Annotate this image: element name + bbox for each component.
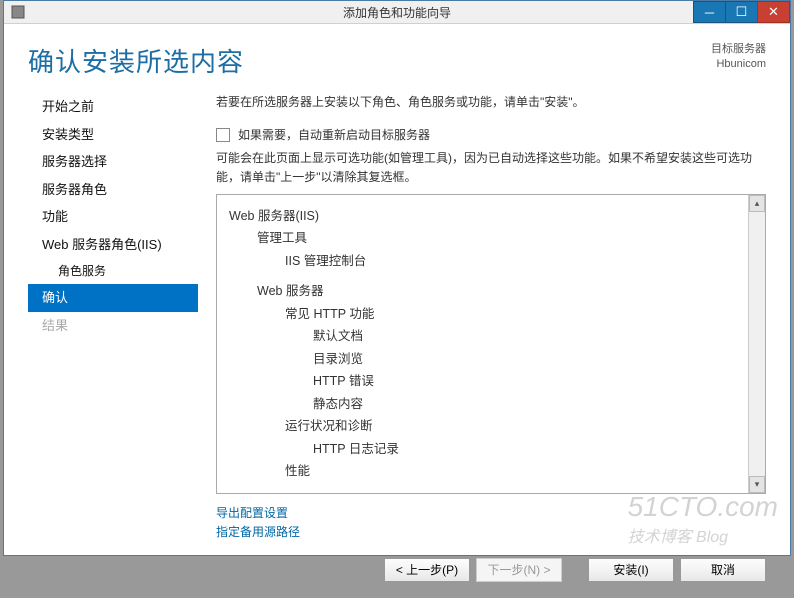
scroll-track[interactable] <box>749 212 765 476</box>
tree-item: IIS 管理控制台 <box>229 250 753 273</box>
server-label: 目标服务器 <box>711 42 766 57</box>
main-panel: 若要在所选服务器上安装以下角色、角色服务或功能，请单击"安装"。 如果需要，自动… <box>216 93 766 550</box>
nav-server-select[interactable]: 服务器选择 <box>28 148 198 176</box>
minimize-button[interactable]: ─ <box>693 1 726 23</box>
server-name: Hbunicom <box>711 57 766 72</box>
nav-confirm[interactable]: 确认 <box>28 284 198 312</box>
tree-item: 常见 HTTP 功能 <box>229 303 753 326</box>
nav-role-services[interactable]: 角色服务 <box>28 258 198 284</box>
app-icon <box>10 4 26 20</box>
tree-item: 性能 <box>229 460 753 483</box>
tree-item: 运行状况和诊断 <box>229 415 753 438</box>
maximize-button[interactable]: ☐ <box>725 1 758 23</box>
nav-features[interactable]: 功能 <box>28 203 198 231</box>
wizard-window: 添加角色和功能向导 ─ ☐ ✕ 确认安装所选内容 目标服务器 Hbunicom … <box>3 0 791 556</box>
tree-item: 静态内容 <box>229 393 753 416</box>
export-config-link[interactable]: 导出配置设置 <box>216 504 766 523</box>
install-button[interactable]: 安装(I) <box>588 558 674 582</box>
optional-note: 可能会在此页面上显示可选功能(如管理工具)，因为已自动选择这些功能。如果不希望安… <box>216 149 766 187</box>
content-area: 开始之前 安装类型 服务器选择 服务器角色 功能 Web 服务器角色(IIS) … <box>28 93 766 550</box>
restart-checkbox[interactable] <box>216 128 230 142</box>
previous-button[interactable]: < 上一步(P) <box>384 558 470 582</box>
link-area: 导出配置设置 指定备用源路径 <box>216 504 766 542</box>
tree-item: 默认文档 <box>229 325 753 348</box>
nav-results: 结果 <box>28 312 198 340</box>
tree-item: HTTP 错误 <box>229 370 753 393</box>
scroll-up-icon[interactable]: ▴ <box>749 195 765 212</box>
wizard-header: 确认安装所选内容 目标服务器 Hbunicom <box>28 42 766 93</box>
window-controls: ─ ☐ ✕ <box>694 1 790 23</box>
tree-item: 管理工具 <box>229 227 753 250</box>
window-title: 添加角色和功能向导 <box>343 4 451 21</box>
server-info: 目标服务器 Hbunicom <box>711 42 766 73</box>
tree-item: HTTP 日志记录 <box>229 438 753 461</box>
tree-item: 目录浏览 <box>229 348 753 371</box>
nav-server-roles[interactable]: 服务器角色 <box>28 176 198 204</box>
wizard-body: 确认安装所选内容 目标服务器 Hbunicom 开始之前 安装类型 服务器选择 … <box>4 24 790 598</box>
close-button[interactable]: ✕ <box>757 1 790 23</box>
nav-iis-role[interactable]: Web 服务器角色(IIS) <box>28 231 198 259</box>
nav-sidebar: 开始之前 安装类型 服务器选择 服务器角色 功能 Web 服务器角色(IIS) … <box>28 93 198 550</box>
scrollbar[interactable]: ▴ ▾ <box>748 195 765 493</box>
nav-before-begin[interactable]: 开始之前 <box>28 93 198 121</box>
tree-item: Web 服务器 <box>229 280 753 303</box>
titlebar: 添加角色和功能向导 ─ ☐ ✕ <box>4 1 790 24</box>
page-title: 确认安装所选内容 <box>28 42 244 79</box>
selection-tree: Web 服务器(IIS) 管理工具 IIS 管理控制台 Web 服务器 常见 H… <box>217 195 765 493</box>
intro-text: 若要在所选服务器上安装以下角色、角色服务或功能，请单击"安装"。 <box>216 93 766 112</box>
selection-list: Web 服务器(IIS) 管理工具 IIS 管理控制台 Web 服务器 常见 H… <box>216 194 766 494</box>
scroll-down-icon[interactable]: ▾ <box>749 476 765 493</box>
restart-checkbox-row: 如果需要，自动重新启动目标服务器 <box>216 126 766 143</box>
nav-install-type[interactable]: 安装类型 <box>28 121 198 149</box>
restart-checkbox-label: 如果需要，自动重新启动目标服务器 <box>238 126 430 143</box>
next-button: 下一步(N) > <box>476 558 562 582</box>
tree-item: Web 服务器(IIS) <box>229 205 753 228</box>
button-row: < 上一步(P) 下一步(N) > 安装(I) 取消 <box>28 550 766 582</box>
cancel-button[interactable]: 取消 <box>680 558 766 582</box>
alt-source-link[interactable]: 指定备用源路径 <box>216 523 766 542</box>
